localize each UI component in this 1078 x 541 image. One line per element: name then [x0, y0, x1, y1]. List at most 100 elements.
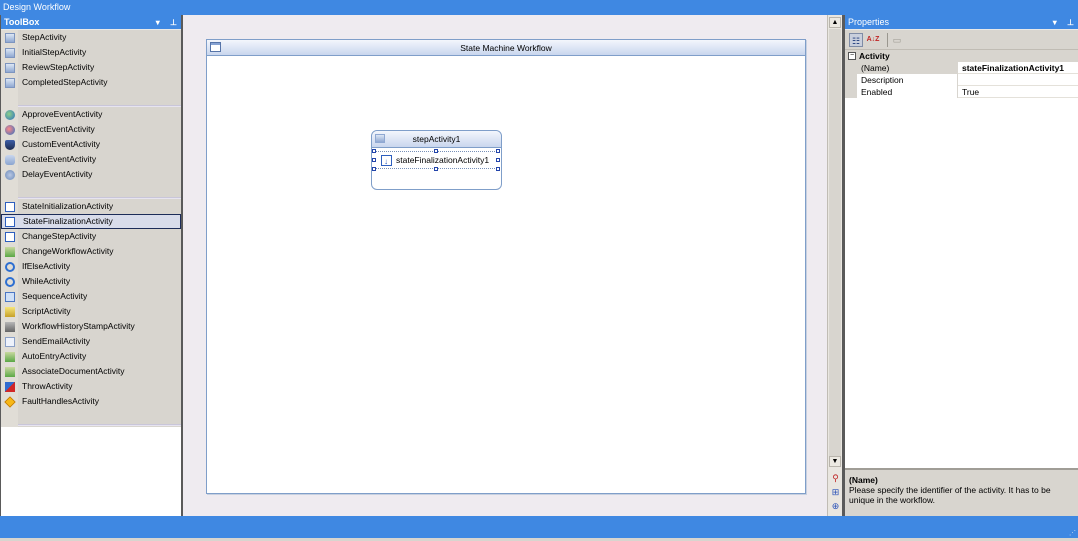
alphabetical-icon[interactable]: A↓Z	[866, 33, 880, 47]
toolbox-item[interactable]: StateFinalizationActivity	[1, 214, 181, 229]
property-row[interactable]: Enabled True	[845, 86, 1078, 98]
resize-handle[interactable]	[434, 149, 438, 153]
designer-vertical-scrollbar[interactable]: ▲ ▼ ⚲ ⊞ ⊕	[827, 15, 842, 516]
window-title-bar: Design Workflow	[0, 0, 1078, 15]
toolbox-group-gap	[1, 90, 181, 105]
properties-header: Properties ▾ ⊥	[845, 15, 1078, 30]
categorized-icon[interactable]: ☷	[849, 33, 863, 47]
toolbox-item-label: ChangeStepActivity	[22, 231, 97, 241]
toolbox-dropdown-icon[interactable]: ▾	[156, 15, 160, 30]
toolbox-item[interactable]: InitialStepActivity	[1, 45, 181, 60]
workflow-icon	[210, 42, 221, 52]
state-header[interactable]: stepActivity1	[372, 131, 501, 148]
property-name[interactable]: (Name)	[857, 62, 958, 74]
fault-handles-icon	[4, 396, 16, 408]
toolbox-item[interactable]: ThrowActivity	[1, 379, 181, 394]
step-icon	[375, 134, 385, 143]
scroll-track[interactable]	[829, 29, 841, 459]
toolbox-item-label: CreateEventActivity	[22, 154, 97, 164]
toolbox-pin-icon[interactable]: ⊥	[170, 15, 177, 30]
toolbox-item[interactable]: IfElseActivity	[1, 259, 181, 274]
toolbox-item[interactable]: RejectEventActivity	[1, 122, 181, 137]
property-pages-icon[interactable]: ▭	[890, 33, 904, 47]
properties-toolbar: ☷ A↓Z ▭	[845, 30, 1078, 50]
property-value[interactable]: stateFinalizationActivity1	[959, 62, 1078, 74]
scroll-down-button[interactable]: ▼	[829, 456, 841, 467]
toolbox-item[interactable]: AssociateDocumentActivity	[1, 364, 181, 379]
find-icon[interactable]: ⊞	[830, 487, 841, 498]
delay-event-icon	[5, 170, 15, 180]
if-else-icon	[5, 262, 15, 272]
state-activity[interactable]: stepActivity1 stateFinalizationActivity1	[371, 130, 502, 190]
step-icon	[5, 33, 15, 43]
property-value[interactable]: True	[959, 86, 1078, 98]
workflow-title: State Machine Workflow	[460, 43, 552, 53]
toolbox-item-label: FaultHandlesActivity	[22, 396, 100, 406]
category-activity[interactable]: − Activity	[845, 50, 1078, 62]
state-finalization-activity[interactable]: stateFinalizationActivity1	[372, 149, 500, 171]
toolbox-item[interactable]: CreateEventActivity	[1, 152, 181, 167]
toolbox-item[interactable]: WhileActivity	[1, 274, 181, 289]
state-title: stepActivity1	[412, 134, 461, 144]
toolbox-item[interactable]: StepActivity	[1, 30, 181, 45]
change-workflow-icon	[5, 247, 15, 257]
auto-entry-icon	[5, 352, 15, 362]
toolbox-list: StepActivity InitialStepActivity ReviewSte…	[1, 30, 181, 427]
resize-handle[interactable]	[496, 158, 500, 162]
toolbox-item[interactable]: ScriptActivity	[1, 304, 181, 319]
toolbox-item[interactable]: SendEmailActivity	[1, 334, 181, 349]
resize-handle[interactable]	[434, 167, 438, 171]
toolbox-item[interactable]: StateInitializationActivity	[1, 199, 181, 214]
resize-handle[interactable]	[372, 149, 376, 153]
toolbox-item-label: StepActivity	[22, 32, 67, 42]
toolbox-item[interactable]: CustomEventActivity	[1, 137, 181, 152]
category-label: Activity	[859, 51, 890, 61]
toolbox-item[interactable]: ChangeStepActivity	[1, 229, 181, 244]
completed-step-icon	[5, 78, 15, 88]
toolbox-item-label: InitialStepActivity	[22, 47, 87, 57]
toolbox-item[interactable]: AutoEntryActivity	[1, 349, 181, 364]
scroll-up-button[interactable]: ▲	[829, 17, 841, 28]
toolbox-item[interactable]: CompletedStepActivity	[1, 75, 181, 90]
property-value[interactable]	[959, 74, 1078, 86]
zoom-icon[interactable]: ⚲	[830, 473, 841, 484]
workflow-header[interactable]: State Machine Workflow	[207, 40, 805, 56]
toolbox-item[interactable]: WorkflowHistoryStampActivity	[1, 319, 181, 334]
state-finalization-icon	[5, 217, 15, 227]
change-step-icon	[5, 232, 15, 242]
pan-icon[interactable]: ⊕	[830, 501, 841, 512]
toolbox-item[interactable]: FaultHandlesActivity	[1, 394, 181, 409]
properties-pin-icon[interactable]: ⊥	[1067, 15, 1074, 30]
resize-handle[interactable]	[372, 167, 376, 171]
state-machine-workflow[interactable]: State Machine Workflow stepActivity1 sta…	[206, 39, 806, 494]
property-grid: − Activity (Name) stateFinalizationActivi…	[845, 50, 1078, 98]
toolbox-item[interactable]: SequenceActivity	[1, 289, 181, 304]
property-name[interactable]: Enabled	[857, 86, 958, 98]
state-initialization-icon	[5, 202, 15, 212]
toolbox-item[interactable]: ApproveEventActivity	[1, 107, 181, 122]
workflow-designer-canvas[interactable]: State Machine Workflow stepActivity1 sta…	[183, 15, 827, 516]
toolbox-item-label: ScriptActivity	[22, 306, 71, 316]
properties-dropdown-icon[interactable]: ▾	[1053, 15, 1057, 30]
toolbox-item-label: WorkflowHistoryStampActivity	[22, 321, 135, 331]
collapse-icon[interactable]: −	[848, 52, 856, 60]
toolbox-panel: ToolBox ▾ ⊥ StepActivity InitialStepActiv…	[0, 15, 183, 516]
resize-handle[interactable]	[496, 149, 500, 153]
history-stamp-icon	[5, 322, 15, 332]
toolbox-item-label: SendEmailActivity	[22, 336, 91, 346]
send-email-icon	[5, 337, 15, 347]
resize-handle[interactable]	[496, 167, 500, 171]
toolbox-item-label: ThrowActivity	[22, 381, 73, 391]
resize-handle[interactable]	[372, 158, 376, 162]
toolbox-item-label: SequenceActivity	[22, 291, 88, 301]
properties-title: Properties	[848, 17, 890, 27]
toolbox-item[interactable]: ReviewStepActivity	[1, 60, 181, 75]
approve-event-icon	[5, 110, 15, 120]
reject-event-icon	[5, 125, 15, 135]
toolbox-item[interactable]: ChangeWorkflowActivity	[1, 244, 181, 259]
toolbox-item[interactable]: DelayEventActivity	[1, 167, 181, 182]
property-row[interactable]: Description	[845, 74, 1078, 86]
resize-grip-icon[interactable]: ⋰	[1069, 529, 1076, 537]
property-row[interactable]: (Name) stateFinalizationActivity1	[845, 62, 1078, 74]
property-name[interactable]: Description	[857, 74, 958, 86]
